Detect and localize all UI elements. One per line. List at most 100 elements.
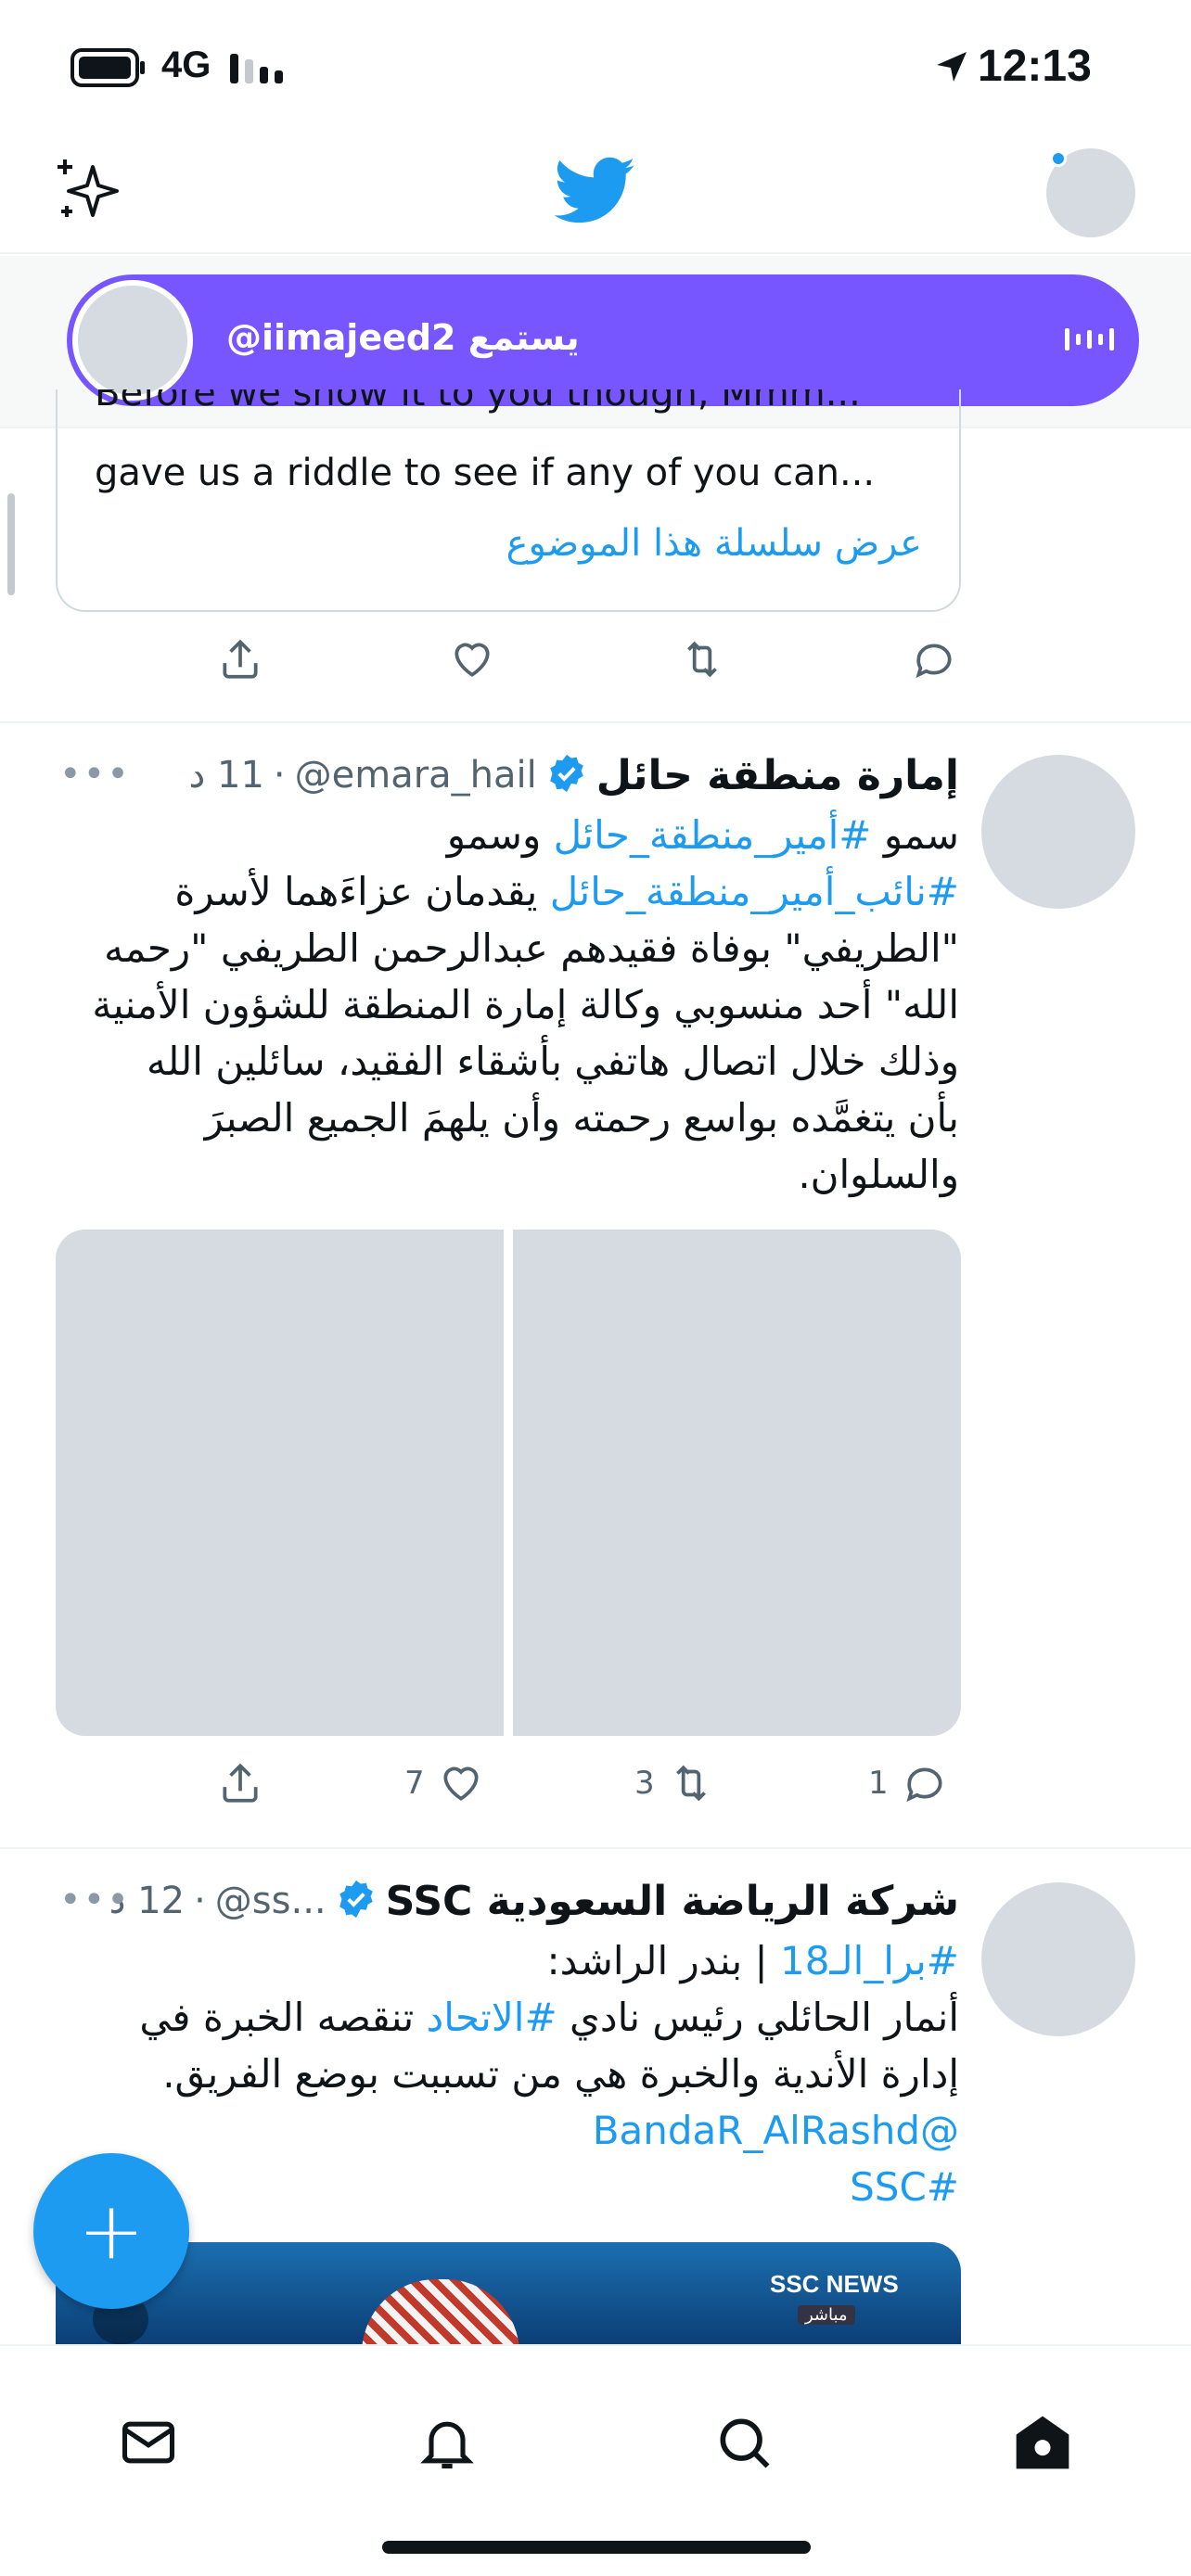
tweet-author-name[interactable]: شركة الرياضة السعودية SSC bbox=[386, 1878, 959, 1925]
bottom-tab-bar bbox=[0, 2344, 1191, 2576]
tweet-text-line: #نائب_أمير_منطقة_حائل يقدمان عزاءَهما لأ… bbox=[32, 863, 959, 920]
person-figure bbox=[362, 2279, 519, 2344]
signal-icon bbox=[228, 50, 288, 87]
tweet-text-segment: "الطريفي" بوفاة فقيدهم عبدالرحمن الطريفي… bbox=[104, 925, 959, 971]
location-icon bbox=[933, 48, 970, 89]
tab-search[interactable] bbox=[712, 2411, 775, 2478]
tweet-text-segment: أنمار الحائلي رئيس نادي bbox=[557, 1995, 959, 2040]
tweet-media[interactable] bbox=[56, 1230, 961, 1736]
tweet-text-segment: يقدمان عزاءَهما لأسرة bbox=[174, 869, 550, 914]
tweet-text-line: #برا_الـ18 | بندر الراشد: bbox=[32, 1932, 959, 1989]
tweet-text-segment: تنقصه الخبرة في bbox=[139, 1995, 427, 2040]
reply-icon bbox=[906, 1767, 942, 1803]
tweet-handle[interactable]: @ss... bbox=[215, 1880, 327, 1922]
media-image-right[interactable] bbox=[513, 1230, 961, 1736]
quoted-tweet-line: gave us a riddle to see if any of you ca… bbox=[95, 452, 876, 494]
share-icon bbox=[223, 1763, 258, 1803]
tweet-text-line: الله" أحد منسوبي وكالة إمارة المنطقة للش… bbox=[32, 976, 959, 1033]
retweet-button[interactable] bbox=[679, 636, 725, 682]
status-bar: 4G 12:13 bbox=[0, 0, 1191, 139]
retweet-icon bbox=[687, 641, 717, 678]
tweet-link[interactable]: #أمير_منطقة_حائل bbox=[554, 812, 872, 858]
reply-icon bbox=[916, 644, 952, 679]
tab-notifications[interactable] bbox=[416, 2411, 479, 2478]
mail-icon bbox=[122, 2421, 175, 2464]
like-button[interactable]: 7 bbox=[404, 1760, 484, 1806]
tweet-link[interactable]: #SSC bbox=[850, 2164, 959, 2210]
divider bbox=[0, 1847, 1191, 1849]
retweet-icon bbox=[675, 1765, 706, 1802]
tab-messages[interactable] bbox=[117, 2411, 180, 2478]
reply-button[interactable] bbox=[911, 636, 957, 682]
media-badge: SSC NEWS bbox=[770, 2270, 899, 2298]
plus-icon: + bbox=[77, 2185, 146, 2277]
tweet-text-line: سمو #أمير_منطقة_حائل وسمو bbox=[32, 807, 959, 863]
like-button[interactable] bbox=[449, 636, 495, 682]
reply-button[interactable]: 1 bbox=[868, 1760, 948, 1806]
notification-dot bbox=[1050, 150, 1067, 167]
show-thread-link[interactable]: عرض سلسلة هذا الموضوع bbox=[506, 517, 922, 569]
share-button[interactable] bbox=[217, 636, 263, 682]
heart-icon bbox=[443, 1766, 479, 1801]
tweet-text-segment: سمو bbox=[871, 812, 959, 858]
clock: 12:13 bbox=[978, 42, 1092, 91]
verified-badge-icon bbox=[336, 1879, 377, 1923]
tweet-text-segment: إدارة الأندية والخبرة هي من تسببت بوضع ا… bbox=[162, 2051, 959, 2097]
retweet-button[interactable]: 3 bbox=[634, 1760, 714, 1806]
quoted-tweet-card[interactable]: Before we show it to you though, Mmm... … bbox=[56, 389, 961, 612]
tweet-text: #برا_الـ18 | بندر الراشد: أنمار الحائلي ر… bbox=[32, 1932, 959, 2215]
more-options-icon[interactable]: ••• bbox=[59, 1879, 131, 1921]
tweet-text-segment: وسمو bbox=[446, 812, 554, 858]
tweet-text-line: بأن يتغمَّده بواسع رحمته وأن يلهمَ الجمي… bbox=[32, 1090, 959, 1146]
tweet-link[interactable]: #الاتحاد bbox=[427, 1995, 557, 2040]
verified-badge-icon bbox=[546, 753, 587, 797]
tweet-text-segment: بأن يتغمَّده بواسع رحمته وأن يلهمَ الجمي… bbox=[204, 1095, 959, 1141]
media-image-left[interactable] bbox=[56, 1230, 504, 1736]
tweet-text-line: "الطريفي" بوفاة فقيدهم عبدالرحمن الطريفي… bbox=[32, 920, 959, 976]
bell-icon bbox=[420, 2421, 474, 2469]
tweet-text-line: إدارة الأندية والخبرة هي من تسببت بوضع ا… bbox=[32, 2046, 959, 2102]
tweet-text-segment: الله" أحد منسوبي وكالة إمارة المنطقة للش… bbox=[92, 982, 959, 1027]
top-header bbox=[0, 139, 1191, 254]
tweet-avatar[interactable] bbox=[981, 755, 1135, 909]
twitter-logo-icon[interactable] bbox=[554, 156, 636, 230]
tweet-media[interactable]: SSC NEWS مباشر bbox=[56, 2242, 961, 2344]
quoted-tweet-partial-line: Before we show it to you though, Mmm... bbox=[95, 389, 861, 414]
compose-tweet-button[interactable]: + bbox=[33, 2153, 189, 2309]
tweet-handle[interactable]: @emara_hail bbox=[295, 754, 537, 797]
separator-dot: · bbox=[194, 1880, 206, 1922]
host-avatar bbox=[72, 280, 193, 401]
tweet-text: سمو #أمير_منطقة_حائل وسمو #نائب_أمير_منطق… bbox=[32, 807, 959, 1203]
reply-count: 1 bbox=[868, 1765, 889, 1802]
tweet-text-segment: وذلك خلال اتصال هاتفي بأشقاء الفقيد، سائ… bbox=[147, 1039, 959, 1084]
media-live-badge: مباشر bbox=[798, 2305, 855, 2325]
divider bbox=[0, 721, 1191, 723]
more-options-icon[interactable]: ••• bbox=[59, 753, 131, 796]
tweet-text-line: @BandaR_AlRashd bbox=[32, 2102, 959, 2159]
separator-dot: · bbox=[273, 754, 286, 797]
home-icon bbox=[1016, 2416, 1069, 2469]
audio-waveform-icon bbox=[1063, 321, 1119, 362]
tweet-text-line: وذلك خلال اتصال هاتفي بأشقاء الفقيد، سائ… bbox=[32, 1033, 959, 1090]
tweet-text-line: أنمار الحائلي رئيس نادي #الاتحاد تنقصه ا… bbox=[32, 1989, 959, 2046]
tweet-author-name[interactable]: إمارة منطقة حائل bbox=[596, 752, 959, 799]
tweet-header: شركة الرياضة السعودية SSC @ss... · 12 د bbox=[109, 1873, 959, 1929]
tweet-time: 11 د bbox=[188, 754, 264, 797]
tweet-link[interactable]: #نائب_أمير_منطقة_حائل bbox=[550, 869, 959, 914]
scroll-indicator[interactable] bbox=[7, 493, 15, 595]
tweet-link[interactable]: #برا_الـ18 bbox=[780, 1938, 959, 1983]
tweet-text-segment: | بندر الراشد: bbox=[546, 1938, 781, 1983]
search-icon bbox=[720, 2418, 770, 2468]
heart-icon bbox=[455, 643, 490, 677]
sparkle-icon[interactable] bbox=[52, 154, 126, 232]
tweet-avatar[interactable] bbox=[981, 1882, 1135, 2036]
battery-icon bbox=[70, 48, 147, 87]
like-count: 7 bbox=[404, 1765, 425, 1802]
spaces-listening-bar[interactable]: @iimajeed2 يستمع bbox=[67, 274, 1139, 406]
spaces-listening-label: @iimajeed2 يستمع bbox=[226, 317, 580, 358]
share-button[interactable] bbox=[217, 1760, 263, 1806]
tab-home[interactable] bbox=[1011, 2411, 1074, 2478]
tweet-link[interactable]: @BandaR_AlRashd bbox=[593, 2108, 959, 2153]
retweet-count: 3 bbox=[634, 1765, 655, 1802]
home-indicator bbox=[382, 2541, 811, 2554]
